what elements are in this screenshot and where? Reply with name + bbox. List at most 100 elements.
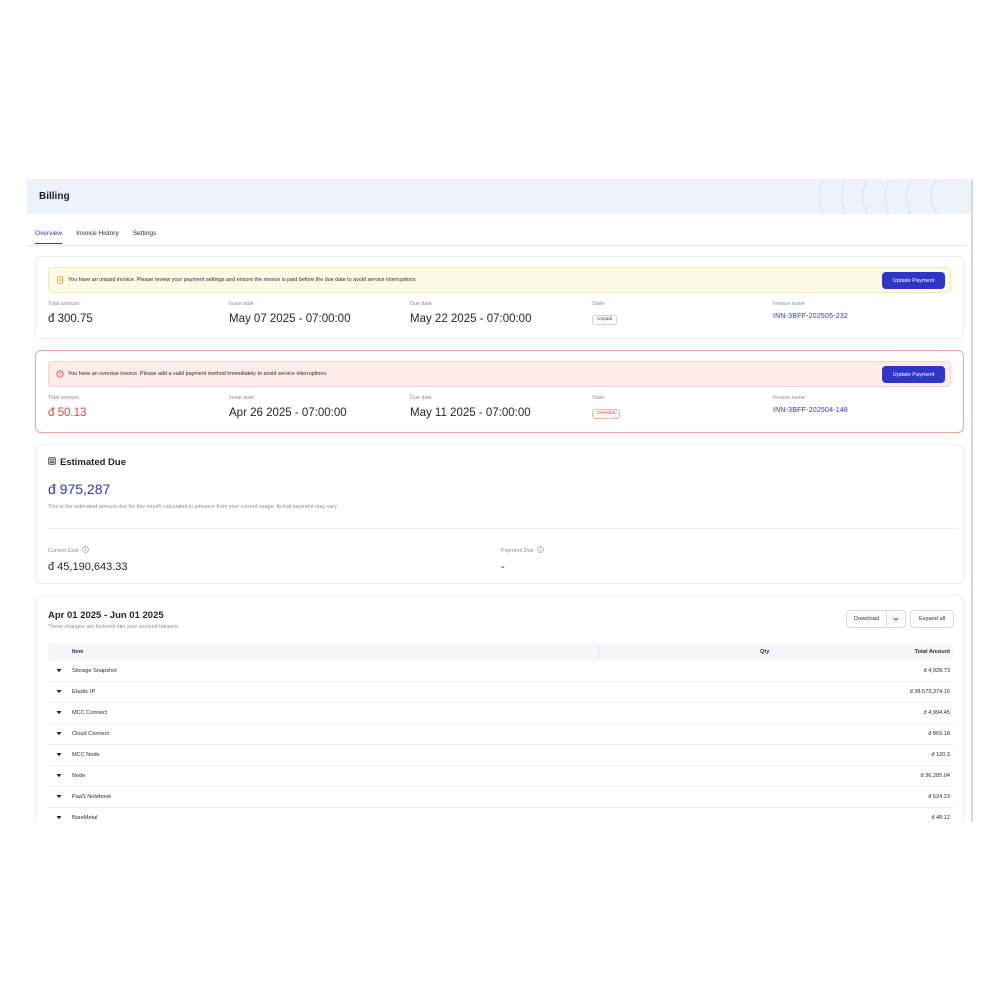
row-total-amount: đ 4,994.45 bbox=[923, 710, 950, 716]
table-row[interactable]: MCC Node đ 120.3 bbox=[48, 745, 954, 766]
row-total-amount: đ 48.12 bbox=[931, 815, 950, 821]
state-field: State Overdue bbox=[592, 395, 621, 419]
estimated-due-title: Estimated Due bbox=[60, 457, 126, 468]
download-button[interactable]: Download bbox=[847, 611, 887, 627]
total-amount-field: Total amount đ 50.13 bbox=[48, 395, 86, 419]
page-header: Billing bbox=[27, 179, 971, 214]
estimated-due-card: Estimated Due đ 975,287 This is the esti… bbox=[35, 444, 964, 584]
row-item-name: BareMetal bbox=[72, 815, 98, 821]
period-breakdown-card: Apr 01 2025 - Jun 01 2025 These changes … bbox=[35, 595, 964, 822]
row-item-name: MCC Connect bbox=[72, 710, 108, 716]
caret-down-icon[interactable] bbox=[56, 773, 62, 780]
tab-overview[interactable]: Overview bbox=[35, 227, 63, 244]
total-amount-field: Total amount đ 300.75 bbox=[48, 301, 93, 325]
row-item-name: Cloud Connect bbox=[72, 731, 110, 737]
status-badge: Unpaid bbox=[592, 314, 618, 325]
caret-down-icon[interactable] bbox=[56, 710, 62, 717]
info-icon[interactable] bbox=[81, 546, 89, 555]
overdue-warning-text: You have an overdue invoice. Please add … bbox=[68, 371, 327, 377]
current-cost-value: đ 45,190,643.33 bbox=[48, 561, 128, 573]
payment-due-field: Payment Due - bbox=[501, 546, 544, 573]
row-item-name: Storage Snapshot bbox=[72, 668, 117, 674]
row-total-amount: đ 524.23 bbox=[928, 794, 950, 800]
overdue-invoice-card: You have an overdue invoice. Please add … bbox=[35, 350, 964, 433]
invoice-name-label: Invoice name bbox=[773, 301, 806, 307]
table-row[interactable]: Storage Snapshot đ 4,928.73 bbox=[48, 661, 954, 682]
row-item-name: PaaS Notebook bbox=[72, 794, 112, 800]
table-row[interactable]: Elastic IP đ 38,573,374.16 bbox=[48, 682, 954, 703]
row-item-name: Elastic IP bbox=[72, 689, 96, 695]
invoice-name-link[interactable]: INN-3BFF-202505-232 bbox=[773, 313, 848, 320]
payment-due-value: - bbox=[501, 561, 505, 573]
tab-bar: Overview Invoice History Settings bbox=[35, 227, 156, 245]
row-total-amount: đ 4,928.73 bbox=[923, 668, 950, 674]
update-payment-button[interactable]: Update Payment bbox=[882, 272, 945, 289]
divider bbox=[48, 528, 957, 529]
table-header: Item Qty Total Amount bbox=[48, 643, 954, 661]
caret-down-icon[interactable] bbox=[56, 815, 62, 822]
total-amount-value: đ 300.75 bbox=[48, 313, 93, 325]
invoice-name-label: Invoice name bbox=[773, 395, 806, 401]
period-subtitle: These changes are factored into your acc… bbox=[48, 624, 180, 630]
current-cost-label: Current Cost bbox=[48, 547, 79, 554]
due-date-value: May 11 2025 - 07:00:00 bbox=[410, 407, 531, 419]
state-field: State Unpaid bbox=[592, 301, 618, 325]
document-warning-icon bbox=[55, 276, 64, 285]
row-item-name: MCC Node bbox=[72, 752, 100, 758]
caret-down-icon[interactable] bbox=[56, 731, 62, 738]
unpaid-warning-banner: You have an unpaid invoice. Please revie… bbox=[48, 267, 951, 293]
caret-down-icon[interactable] bbox=[56, 794, 62, 801]
unpaid-invoice-card: You have an unpaid invoice. Please revie… bbox=[35, 256, 964, 339]
total-amount-label: Total amount bbox=[48, 395, 79, 401]
chevron-down-icon[interactable] bbox=[887, 611, 905, 627]
current-cost-field: Current Cost đ 45,190,643.33 bbox=[48, 546, 128, 573]
period-title: Apr 01 2025 - Jun 01 2025 bbox=[48, 610, 164, 621]
row-total-amount: đ 38,573,374.16 bbox=[909, 689, 950, 695]
update-payment-button[interactable]: Update Payment bbox=[882, 366, 945, 383]
caret-down-icon[interactable] bbox=[56, 752, 62, 759]
column-header-item: Item bbox=[72, 649, 84, 655]
billing-app: Billing Overview Invoice History Setting… bbox=[27, 179, 973, 822]
state-label: State bbox=[592, 301, 605, 307]
table-row[interactable]: MCC Connect đ 4,994.45 bbox=[48, 703, 954, 724]
unpaid-warning-text: You have an unpaid invoice. Please revie… bbox=[68, 277, 416, 283]
column-header-total: Total Amount bbox=[914, 649, 950, 655]
caret-down-icon[interactable] bbox=[56, 689, 62, 696]
alert-circle-icon bbox=[55, 370, 64, 379]
status-badge: Overdue bbox=[592, 408, 621, 419]
due-date-field: Due date May 11 2025 - 07:00:00 bbox=[410, 395, 531, 419]
due-date-label: Due date bbox=[410, 301, 432, 307]
tab-invoice-history[interactable]: Invoice History bbox=[76, 227, 119, 244]
total-amount-value: đ 50.13 bbox=[48, 407, 87, 419]
issue-date-field: Issue date Apr 26 2025 - 07:00:00 bbox=[229, 395, 347, 419]
tabs-divider bbox=[27, 245, 967, 246]
estimated-due-amount: đ 975,287 bbox=[48, 481, 111, 497]
estimated-due-description: This is the estimated amount due for thi… bbox=[48, 504, 338, 510]
invoice-name-field: Invoice name INN-3BFF-202505-232 bbox=[773, 301, 848, 320]
invoice-name-link[interactable]: INN-3BFF-202504-148 bbox=[773, 407, 848, 414]
issue-date-value: Apr 26 2025 - 07:00:00 bbox=[229, 407, 347, 419]
table-row[interactable]: Cloud Connect đ 869.18 bbox=[48, 724, 954, 745]
table-row[interactable]: Node đ 36,285.04 bbox=[48, 766, 954, 787]
usage-table: Item Qty Total Amount Storage Snapshot đ… bbox=[48, 643, 954, 822]
row-item-name: Node bbox=[72, 773, 86, 779]
issue-date-label: Issue date bbox=[229, 301, 254, 307]
row-total-amount: đ 36,285.04 bbox=[920, 773, 950, 779]
info-icon[interactable] bbox=[536, 546, 544, 555]
issue-date-value: May 07 2025 - 07:00:00 bbox=[229, 313, 351, 325]
download-button-group: Download bbox=[846, 610, 906, 628]
column-divider bbox=[598, 646, 599, 658]
due-date-label: Due date bbox=[410, 395, 432, 401]
table-row[interactable]: PaaS Notebook đ 524.23 bbox=[48, 787, 954, 808]
tab-settings[interactable]: Settings bbox=[133, 227, 157, 244]
due-date-field: Due date May 22 2025 - 07:00:00 bbox=[410, 301, 531, 325]
payment-due-label: Payment Due bbox=[501, 547, 534, 554]
expand-all-button[interactable]: Expand all bbox=[910, 610, 954, 628]
state-label: State bbox=[592, 395, 605, 401]
page-title: Billing bbox=[39, 191, 70, 202]
table-row[interactable]: BareMetal đ 48.12 bbox=[48, 808, 954, 822]
caret-down-icon[interactable] bbox=[56, 668, 62, 675]
unpaid-invoice-fields: Total amount đ 300.75 Issue date May 07 … bbox=[48, 301, 951, 331]
header-decoration bbox=[819, 179, 938, 214]
estimated-due-heading: Estimated Due bbox=[48, 457, 126, 468]
